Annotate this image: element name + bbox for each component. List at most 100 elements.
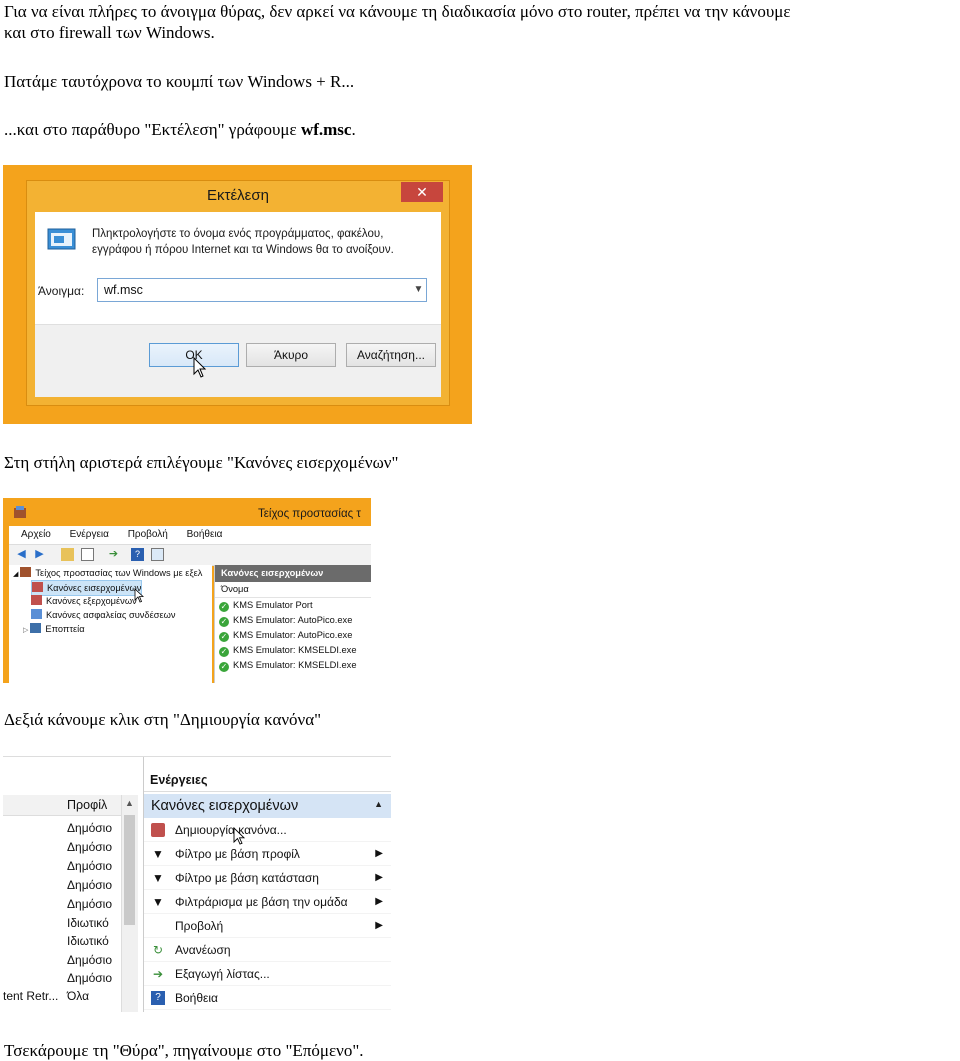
tree-item-outbound-rules[interactable]: Κανόνες εξερχομένων (31, 594, 137, 608)
properties-icon[interactable] (151, 548, 164, 561)
firewall-app-icon (14, 506, 26, 518)
firewall-menubar: Αρχείο Ενέργεια Προβολή Βοήθεια (9, 526, 371, 544)
submenu-arrow-icon: ▶ (375, 920, 383, 931)
tree-item-monitoring[interactable]: ▷ Εποπτεία (23, 622, 85, 636)
enabled-check-icon: ✓ (219, 647, 229, 657)
mouse-cursor-icon (233, 827, 246, 845)
firewall-window-title: Τείχος προστασίας τ (258, 508, 361, 520)
intro-line-2: και στο firewall των Windows. (4, 23, 215, 42)
filter-icon: ▼ (152, 871, 164, 885)
run-dialog-buttons: OK Άκυρο Αναζήτηση... (35, 324, 441, 397)
action-filter-by-state[interactable]: ▼ Φίλτρο με βάση κατάσταση ▶ (144, 867, 391, 890)
export-icon[interactable]: ➔ (107, 548, 120, 561)
run-icon (47, 228, 76, 250)
profile-cell: Δημόσιο (67, 897, 113, 911)
rule-row[interactable]: ✓ KMS Emulator: AutoPico.exe (215, 613, 371, 628)
action-new-rule[interactable]: Δημιουργία κανόνα... (144, 819, 391, 842)
rule-row[interactable]: ✓ KMS Emulator: KMSELDI.exe (215, 643, 371, 658)
action-filter-by-profile[interactable]: ▼ Φίλτρο με βάση προφίλ ▶ (144, 843, 391, 866)
chevron-down-icon[interactable]: ▼ (411, 279, 426, 301)
action-help[interactable]: ? Βοήθεια (144, 987, 391, 1010)
browse-button[interactable]: Αναζήτηση... (346, 343, 436, 367)
profile-cell: Δημόσιο (67, 878, 113, 892)
step-4-text: Δεξιά κάνουμε κλικ στη "Δημιουργία κανόν… (4, 710, 322, 729)
step-3-text: Στη στήλη αριστερά επιλέγουμε "Κανόνες ε… (4, 453, 399, 472)
scrollbar[interactable]: ▲ (121, 795, 138, 1012)
collapse-icon[interactable]: ◢ (13, 571, 18, 578)
action-filter-by-group[interactable]: ▼ Φιλτράρισμα με βάση την ομάδα ▶ (144, 891, 391, 914)
step-1-text: Πατάμε ταυτόχρονα το κουμπί των Windows … (4, 72, 355, 91)
expand-icon[interactable]: ▷ (23, 627, 28, 634)
rule-row[interactable]: ✓ KMS Emulator Port (215, 598, 371, 613)
help-icon: ? (151, 991, 165, 1005)
enabled-check-icon: ✓ (219, 602, 229, 612)
truncated-rule-name: tent Retr... Όλα (3, 989, 90, 1003)
rule-row[interactable]: ✓ KMS Emulator: AutoPico.exe (215, 628, 371, 643)
collapse-icon[interactable]: ▲ (374, 799, 383, 809)
filter-icon: ▼ (152, 895, 164, 909)
profile-cell: Ιδιωτικό (67, 934, 109, 948)
actions-section-header[interactable]: Κανόνες εισερχομένων (144, 794, 391, 818)
run-dialog-window: Εκτέλεση ✕ Πληκτρολογήστε το όνομα ενός … (26, 180, 450, 406)
inbound-rules-icon (32, 582, 43, 592)
profile-header[interactable]: Προφίλ (67, 798, 107, 812)
open-input[interactable] (97, 278, 427, 302)
action-refresh[interactable]: ↻ Ανανέωση (144, 939, 391, 962)
tree-root[interactable]: ◢ Τείχος προστασίας των Windows με εξελ (13, 566, 202, 580)
show-hide-tree-icon[interactable] (81, 548, 94, 561)
step-5-text: Τσεκάρουμε τη "Θύρα", πηγαίνουμε στο "Επ… (4, 1041, 364, 1060)
actions-pane: Ενέργειες Κανόνες εισερχομένων ▲ Δημιουρ… (143, 757, 391, 1012)
folder-up-icon[interactable] (61, 548, 74, 561)
filter-icon: ▼ (152, 847, 164, 861)
close-button[interactable]: ✕ (401, 182, 443, 202)
menu-view[interactable]: Προβολή (128, 529, 168, 540)
export-icon: ➔ (152, 967, 164, 981)
profile-cell: Δημόσιο (67, 859, 113, 873)
profile-cell: Δημόσιο (67, 971, 113, 985)
outbound-rules-icon (31, 595, 42, 605)
column-header-name[interactable]: Όνομα (215, 582, 371, 598)
scrollbar-thumb[interactable] (124, 815, 135, 925)
submenu-arrow-icon: ▶ (375, 896, 383, 907)
enabled-check-icon: ✓ (219, 617, 229, 627)
run-dialog-screenshot: Εκτέλεση ✕ Πληκτρολογήστε το όνομα ενός … (3, 165, 472, 424)
intro-line-1: Για να είναι πλήρες το άνοιγμα θύρας, δε… (4, 2, 791, 21)
submenu-arrow-icon: ▶ (375, 848, 383, 859)
new-rule-icon (151, 823, 165, 837)
profile-cell: Δημόσιο (67, 953, 113, 967)
firewall-icon (20, 567, 32, 577)
forward-icon[interactable]: ▶ (33, 548, 46, 561)
tree-item-connection-security[interactable]: Κανόνες ασφαλείας συνδέσεων (31, 608, 176, 622)
profile-cell: Δημόσιο (67, 821, 113, 835)
actions-screenshot: Προφίλ Δημόσιο Δημόσιο Δημόσιο Δημόσιο Δ… (3, 756, 391, 1012)
refresh-icon: ↻ (152, 943, 164, 957)
rule-row[interactable]: ✓ KMS Emulator: KMSELDI.exe (215, 658, 371, 673)
profile-cell: Δημόσιο (67, 840, 113, 854)
menu-action[interactable]: Ενέργεια (70, 529, 109, 540)
menu-file[interactable]: Αρχείο (21, 529, 51, 540)
firewall-tree: ◢ Τείχος προστασίας των Windows με εξελ Κ… (9, 565, 212, 683)
profile-cell: Ιδιωτικό (67, 916, 109, 930)
rules-pane-header: Κανόνες εισερχομένων (215, 565, 371, 582)
help-icon[interactable]: ? (131, 548, 144, 561)
step-2-suffix: . (351, 120, 356, 139)
back-icon[interactable]: ◀ (15, 548, 28, 561)
enabled-check-icon: ✓ (219, 632, 229, 642)
firewall-toolbar: ◀ ▶ ➔ ? (9, 544, 371, 566)
cancel-button[interactable]: Άκυρο (246, 343, 336, 367)
rules-list-column: Προφίλ Δημόσιο Δημόσιο Δημόσιο Δημόσιο Δ… (3, 757, 121, 1012)
rules-pane: Κανόνες εισερχομένων Όνομα ✓ KMS Emulator… (214, 565, 371, 683)
scroll-up-icon[interactable]: ▲ (125, 798, 134, 808)
menu-help[interactable]: Βοήθεια (187, 529, 223, 540)
connection-security-icon (31, 609, 42, 619)
monitoring-icon (30, 623, 42, 633)
run-dialog-client: Πληκτρολογήστε το όνομα ενός προγράμματο… (35, 212, 441, 397)
open-label: Άνοιγμα: (38, 284, 85, 298)
mouse-cursor-icon (134, 588, 145, 603)
step-2-prefix: ...και στο παράθυρο "Εκτέλεση" γράφουμε (4, 120, 301, 139)
actions-pane-header: Ενέργειες (144, 769, 391, 792)
mouse-cursor-icon (193, 357, 207, 378)
action-export-list[interactable]: ➔ Εξαγωγή λίστας... (144, 963, 391, 986)
action-view[interactable]: Προβολή ▶ (144, 915, 391, 938)
profile-cell: Όλα (67, 989, 90, 1003)
